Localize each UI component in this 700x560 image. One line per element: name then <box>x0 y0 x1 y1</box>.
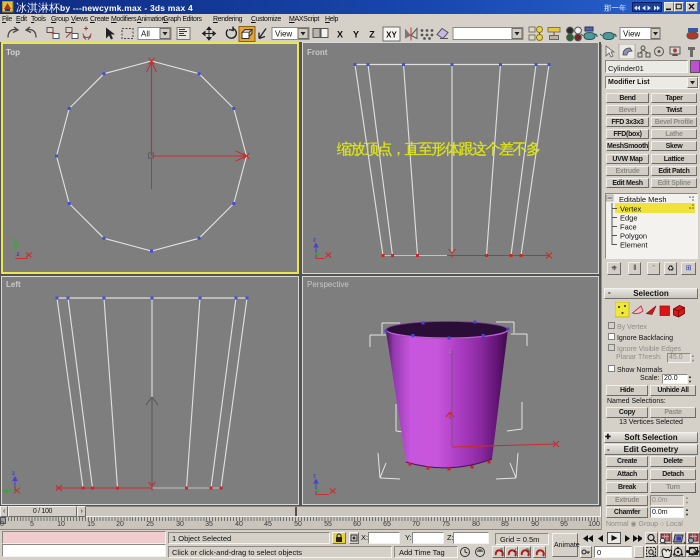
svg-text:Front: Front <box>307 48 328 57</box>
svg-text:X: X <box>337 30 343 40</box>
svg-text:Top: Top <box>6 48 20 57</box>
svg-text:Perspective: Perspective <box>307 280 349 289</box>
svg-text:z: z <box>313 238 316 244</box>
svg-text:XY: XY <box>386 31 397 40</box>
svg-text:z: z <box>313 474 316 480</box>
svg-text:z: z <box>17 252 20 258</box>
svg-text:Vertex: Vertex <box>620 205 642 214</box>
svg-text:Left: Left <box>6 280 21 289</box>
svg-text:All: All <box>141 30 150 39</box>
svg-text:View: View <box>623 30 640 39</box>
svg-text:z: z <box>449 349 452 355</box>
svg-text:Z: Z <box>369 30 375 40</box>
svg-text:Face: Face <box>620 223 637 232</box>
svg-text:View: View <box>275 30 292 39</box>
svg-text:Element: Element <box>620 241 648 250</box>
svg-text:Polygon: Polygon <box>620 232 647 241</box>
svg-text:Y: Y <box>353 30 359 40</box>
svg-text:z: z <box>12 470 16 477</box>
svg-text:y: y <box>13 237 17 243</box>
svg-text:Editable Mesh: Editable Mesh <box>619 195 667 204</box>
svg-text:Edge: Edge <box>620 214 638 223</box>
